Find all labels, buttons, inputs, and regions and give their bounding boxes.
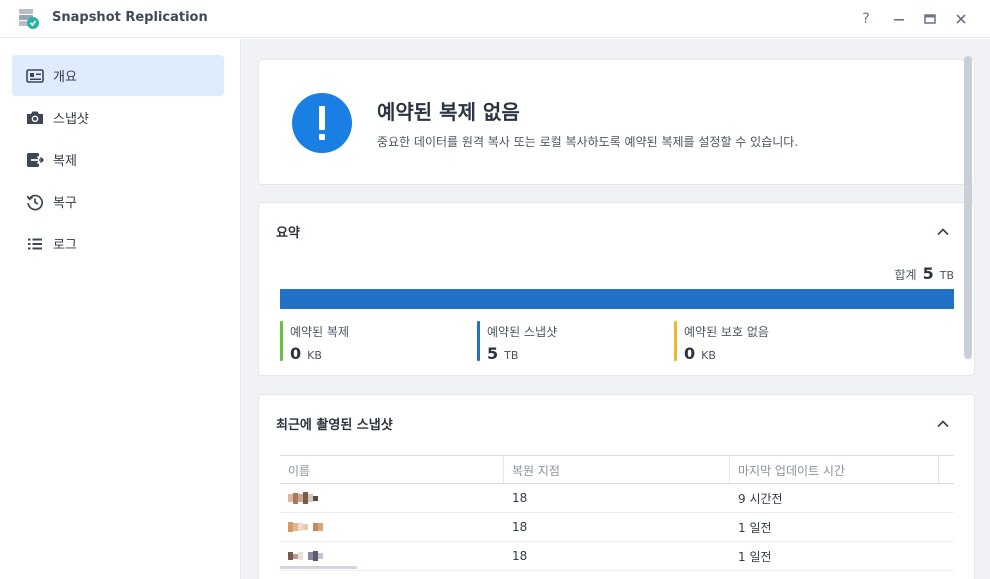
stat-value: 0 bbox=[684, 344, 696, 363]
replication-icon bbox=[25, 150, 45, 170]
snapshot-replication-app-icon bbox=[16, 7, 40, 31]
restore-points-cell: 18 bbox=[512, 520, 528, 534]
table-horizontal-scrollbar[interactable] bbox=[280, 566, 357, 569]
stat-scheduled-replication: 예약된 복제 0 KB bbox=[280, 321, 349, 363]
stat-unit: KB bbox=[307, 349, 322, 362]
sidebar-item-snapshots[interactable]: 스냅샷 bbox=[12, 97, 224, 138]
recent-snapshots-table: 이름 복원 지점 마지막 업데이트 시간 18 9 시간전 18 1 일전 18… bbox=[280, 455, 954, 571]
stat-unit: TB bbox=[504, 349, 519, 362]
sidebar: 개요 스냅샷 복제 복구 로그 bbox=[0, 39, 241, 579]
stat-scheduled-snapshot: 예약된 스냅샷 5 TB bbox=[477, 321, 557, 363]
sidebar-item-restore[interactable]: 복구 bbox=[12, 181, 224, 222]
column-header-name[interactable]: 이름 bbox=[280, 456, 504, 483]
stat-label: 예약된 보호 없음 bbox=[684, 325, 769, 339]
sidebar-item-label: 복구 bbox=[53, 196, 77, 211]
summary-collapse-button[interactable] bbox=[934, 223, 952, 241]
minimize-icon bbox=[894, 19, 904, 21]
minimize-button[interactable] bbox=[889, 9, 909, 29]
restore-history-icon bbox=[25, 192, 45, 212]
close-icon bbox=[956, 14, 966, 24]
stat-color-bar bbox=[477, 321, 480, 361]
summary-title: 요약 bbox=[276, 226, 300, 241]
chevron-up-icon bbox=[937, 420, 949, 428]
log-list-icon bbox=[25, 234, 45, 254]
table-row[interactable]: 18 1 일전 bbox=[280, 542, 954, 571]
close-button[interactable] bbox=[951, 9, 971, 29]
maximize-icon bbox=[924, 14, 936, 24]
stat-color-bar bbox=[674, 321, 677, 361]
usage-bar-fill bbox=[280, 289, 954, 309]
table-row[interactable]: 18 1 일전 bbox=[280, 513, 954, 542]
stat-label: 예약된 스냅샷 bbox=[487, 325, 558, 339]
last-updated-cell: 1 일전 bbox=[738, 520, 772, 535]
summary-card: 요약 합계 5 TB 예약된 복제 0 KB 예약된 스냅샷 5 TB 예약된 … bbox=[258, 202, 975, 376]
window-title: Snapshot Replication bbox=[52, 10, 208, 25]
table-header: 이름 복원 지점 마지막 업데이트 시간 bbox=[280, 455, 954, 484]
last-updated-cell: 9 시간전 bbox=[738, 491, 783, 506]
main-content: 예약된 복제 없음 중요한 데이터를 원격 복사 또는 로컬 복사하도록 예약된… bbox=[241, 39, 990, 579]
no-replication-card: 예약된 복제 없음 중요한 데이터를 원격 복사 또는 로컬 복사하도록 예약된… bbox=[258, 59, 975, 185]
sidebar-item-overview[interactable]: 개요 bbox=[12, 55, 224, 96]
restore-points-cell: 18 bbox=[512, 491, 528, 505]
stat-unit: KB bbox=[701, 349, 716, 362]
sidebar-item-label: 스냅샷 bbox=[53, 112, 89, 127]
table-row[interactable]: 18 9 시간전 bbox=[280, 484, 954, 513]
stat-value: 5 bbox=[487, 344, 499, 363]
camera-icon bbox=[25, 108, 45, 128]
column-header-restore-points[interactable]: 복원 지점 bbox=[504, 456, 730, 483]
last-updated-cell: 1 일전 bbox=[738, 549, 772, 564]
maximize-button[interactable] bbox=[920, 9, 940, 29]
help-button[interactable]: ? bbox=[856, 9, 876, 29]
restore-points-cell: 18 bbox=[512, 549, 528, 563]
summary-total: 합계 5 TB bbox=[895, 264, 955, 283]
stat-no-protection: 예약된 보호 없음 0 KB bbox=[674, 321, 769, 363]
total-value: 5 bbox=[922, 264, 934, 283]
recent-snapshots-title: 최근에 촬영된 스냅샷 bbox=[276, 418, 393, 433]
recent-snapshots-card: 최근에 촬영된 스냅샷 이름 복원 지점 마지막 업데이트 시간 18 9 시간… bbox=[258, 394, 975, 579]
sidebar-item-label: 개요 bbox=[53, 70, 77, 85]
sidebar-item-log[interactable]: 로그 bbox=[12, 223, 224, 264]
vertical-scrollbar[interactable] bbox=[964, 56, 972, 359]
snapshot-name-redacted bbox=[280, 513, 504, 541]
sidebar-item-replication[interactable]: 복제 bbox=[12, 139, 224, 180]
stat-label: 예약된 복제 bbox=[290, 325, 350, 339]
stat-color-bar bbox=[280, 321, 283, 361]
total-label: 합계 bbox=[894, 268, 917, 282]
column-header-last-updated[interactable]: 마지막 업데이트 시간 bbox=[730, 456, 939, 483]
chevron-up-icon bbox=[937, 228, 949, 236]
total-unit: TB bbox=[939, 269, 954, 282]
snapshot-name-redacted bbox=[280, 484, 504, 512]
no-replication-description: 중요한 데이터를 원격 복사 또는 로컬 복사하도록 예약된 복제를 설정할 수… bbox=[377, 135, 799, 149]
sidebar-item-label: 로그 bbox=[53, 238, 77, 253]
overview-icon bbox=[25, 66, 45, 86]
stat-value: 0 bbox=[290, 344, 302, 363]
title-bar: Snapshot Replication ? bbox=[0, 0, 990, 38]
recent-collapse-button[interactable] bbox=[934, 415, 952, 433]
no-replication-title: 예약된 복제 없음 bbox=[377, 100, 520, 124]
usage-bar bbox=[280, 289, 954, 309]
sidebar-item-label: 복제 bbox=[53, 154, 77, 169]
exclamation-icon bbox=[292, 93, 352, 153]
